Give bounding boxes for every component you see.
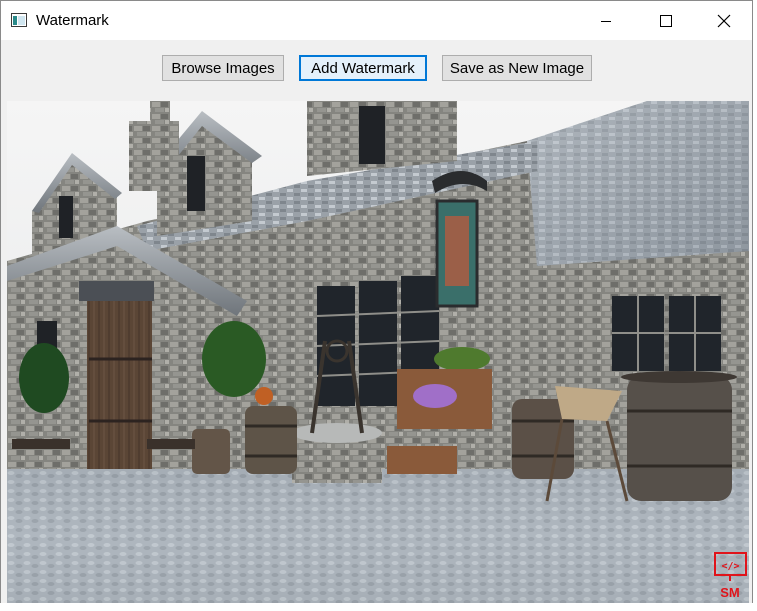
app-window-icon xyxy=(11,13,27,27)
close-icon xyxy=(717,14,731,27)
svg-text:</>: </> xyxy=(721,561,739,572)
app-window: Watermark Browse Images Add Watermark Sa… xyxy=(0,0,753,607)
maximize-icon xyxy=(660,14,672,27)
save-as-new-image-button[interactable]: Save as New Image xyxy=(442,55,592,81)
window-title: Watermark xyxy=(36,12,109,29)
toolbar: Browse Images Add Watermark Save as New … xyxy=(1,55,752,81)
save-as-new-image-label: Save as New Image xyxy=(449,59,585,77)
maximize-button[interactable] xyxy=(637,1,695,40)
image-preview: </> SM xyxy=(7,101,749,603)
add-watermark-button[interactable]: Add Watermark xyxy=(299,55,427,81)
close-button[interactable] xyxy=(695,1,752,40)
title-bar[interactable]: Watermark xyxy=(1,1,752,40)
browse-images-button[interactable]: Browse Images xyxy=(162,55,284,81)
browse-images-label: Browse Images xyxy=(171,59,275,77)
minimize-icon xyxy=(601,20,611,22)
window-bottom-edge xyxy=(0,603,757,611)
minimize-button[interactable] xyxy=(577,1,635,40)
add-watermark-label: Add Watermark xyxy=(311,59,415,77)
watermark-text: SM xyxy=(720,585,740,600)
scene-image: </> SM xyxy=(7,101,749,603)
